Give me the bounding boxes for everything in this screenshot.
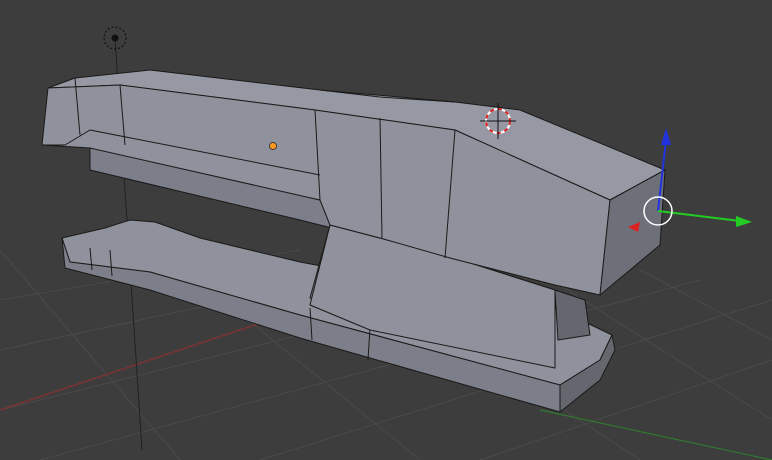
y-axis-arrow[interactable] xyxy=(736,216,752,227)
z-axis-arrow[interactable] xyxy=(661,128,671,145)
3d-viewport[interactable] xyxy=(0,0,772,460)
viewport-canvas[interactable] xyxy=(0,0,772,460)
x-axis-line xyxy=(0,309,301,411)
stapler-mesh[interactable] xyxy=(41,69,666,413)
hinge-post xyxy=(554,289,591,341)
y-axis-line xyxy=(539,409,772,460)
object-origin-icon[interactable] xyxy=(269,142,277,150)
lamp-icon[interactable] xyxy=(103,26,127,50)
